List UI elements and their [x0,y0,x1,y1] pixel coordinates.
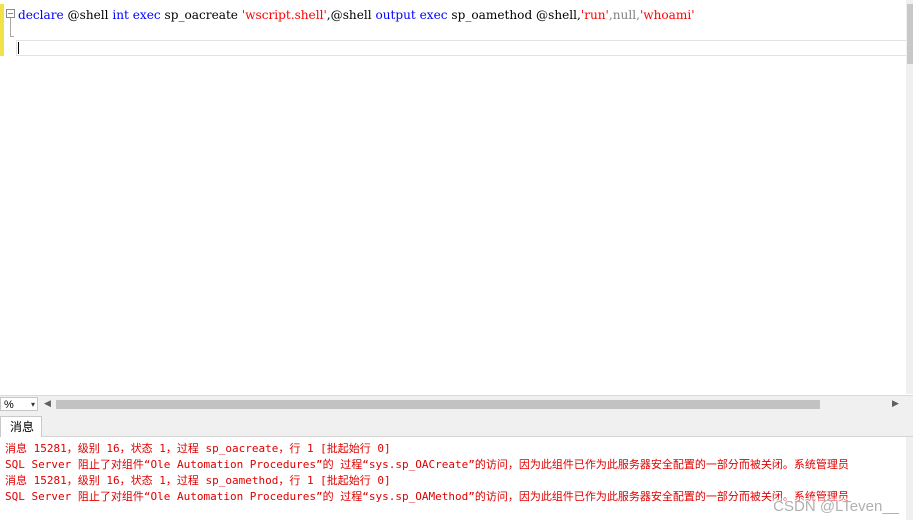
horizontal-scroll-thumb[interactable] [56,400,820,409]
keyword-exec: exec [419,8,448,22]
messages-pane[interactable]: 消息 15281，级别 16，状态 1，过程 sp_oacreate，行 1 [… [0,437,906,520]
zoom-dropdown[interactable]: % ▾ [0,397,38,411]
keyword-declare: declare [18,8,64,22]
outline-line [10,18,11,36]
keyword-int: int [112,8,129,22]
collapse-region-icon[interactable]: − [6,9,15,18]
code-text: sp_oamethod @shell, [447,8,581,22]
message-line: 消息 15281，级别 16，状态 1，过程 sp_oacreate，行 1 [… [5,442,391,455]
chevron-down-icon[interactable]: ▾ [31,398,35,412]
keyword-exec: exec [132,8,161,22]
tab-messages[interactable]: 消息 [0,416,43,437]
change-tracking-bar [0,4,4,56]
horizontal-scrollbar[interactable] [56,400,890,409]
string-literal: 'run' [580,8,609,22]
string-literal: 'whoami' [639,8,695,22]
message-line: SQL Server 阻止了对组件“Ole Automation Procedu… [5,458,849,471]
current-line-highlight [16,40,907,56]
string-literal: 'wscript.shell' [241,8,327,22]
keyword-output: output [375,8,416,22]
zoom-value: % [4,399,14,411]
text-caret [18,42,19,54]
code-text: ,@shell [326,8,376,22]
editor-bottom-bar: % ▾ ◀ ▶ [0,395,913,413]
message-line: 消息 15281，级别 16，状态 1，过程 sp_oamethod，行 1 [… [5,474,391,487]
sql-code-line[interactable]: declare @shell int exec sp_oacreate 'wsc… [18,8,695,22]
outline-end [10,36,14,37]
scroll-right-arrow-icon[interactable]: ▶ [892,397,902,411]
code-text: sp_oacreate [160,8,242,22]
csdn-watermark: CSDN @LTeven__ [773,498,899,515]
query-editor[interactable]: − declare @shell int exec sp_oacreate 'w… [0,0,913,394]
keyword-null: null [612,8,637,22]
messages-vertical-scrollbar[interactable] [906,437,913,520]
scroll-left-arrow-icon[interactable]: ◀ [44,397,54,411]
editor-vertical-scroll-thumb[interactable] [907,4,913,64]
editor-vertical-scrollbar[interactable] [906,0,913,394]
results-tab-strip: 消息 [0,413,913,437]
code-text: @shell [63,8,113,22]
message-line: SQL Server 阻止了对组件“Ole Automation Procedu… [5,490,849,503]
